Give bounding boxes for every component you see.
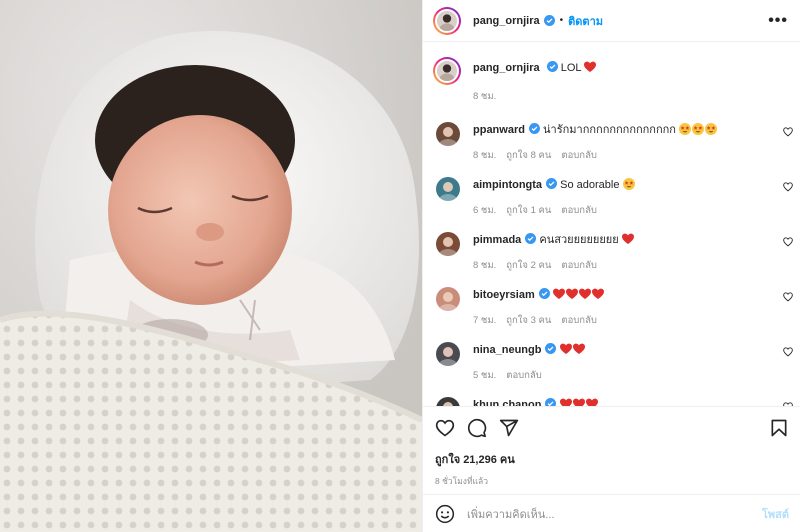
comment-text: คนสวยยยยยยยย bbox=[539, 234, 619, 246]
comment-time: 5 ชม. bbox=[473, 370, 497, 381]
comment-item: aimpintongta So adorable 6 ชม. ถูกใจ 1 คน… bbox=[423, 175, 800, 230]
newborn-baby-photo bbox=[0, 0, 422, 532]
reply-button[interactable]: ตอบกลับ bbox=[561, 315, 597, 326]
smiley-icon[interactable] bbox=[435, 504, 455, 524]
red-heart-icon bbox=[591, 288, 604, 299]
red-heart-icon bbox=[559, 398, 572, 406]
commenter-avatar[interactable] bbox=[436, 122, 460, 146]
red-heart-icon bbox=[578, 288, 591, 299]
post-caption: pang_ornjira LOL 8 ชม. bbox=[423, 43, 800, 104]
caption-text: LOL bbox=[560, 62, 582, 74]
red-heart-icon bbox=[565, 288, 578, 299]
heart-icon[interactable] bbox=[435, 418, 455, 438]
comment-item: nina_neungb 5 ชม. ตอบกลับ bbox=[423, 340, 800, 395]
comment-time: 6 ชม. bbox=[473, 205, 497, 216]
comment-item: ppanward น่ารักมากกกกกกกกกกกกกก 8 ชม. ถูก… bbox=[423, 120, 800, 175]
comment-rows: ppanward น่ารักมากกกกกกกกกกกกกก 8 ชม. ถูก… bbox=[423, 120, 800, 406]
post-comment-button[interactable]: โพสต์ bbox=[762, 505, 789, 523]
comments-list[interactable]: pang_ornjira LOL 8 ชม. ppanward น่ารักมา… bbox=[423, 43, 800, 406]
star-eyes-icon bbox=[679, 123, 692, 135]
caption-username[interactable]: pang_ornjira bbox=[473, 62, 540, 74]
comment-item: pimmada คนสวยยยยยยยย 8 ชม. ถูกใจ 2 คน ตอบก… bbox=[423, 230, 800, 285]
commenter-username[interactable]: aimpintongta bbox=[473, 179, 542, 191]
commenter-avatar[interactable] bbox=[436, 287, 460, 311]
bookmark-icon[interactable] bbox=[769, 418, 789, 438]
posted-time: 8 ชั่วโมงที่แล้ว bbox=[435, 476, 489, 486]
comment-text: น่ารักมากกกกกกกกกกกกกก bbox=[543, 124, 676, 136]
share-icon[interactable] bbox=[499, 418, 519, 438]
comment-item: khun.chanon bbox=[423, 395, 800, 406]
caption-time: 8 ชม. bbox=[473, 91, 497, 102]
red-heart-icon bbox=[559, 343, 572, 354]
comment-item: bitoeyrsiam 7 ชม. ถูกใจ 3 คน ตอบกลับ bbox=[423, 285, 800, 340]
reply-button[interactable]: ตอบกลับ bbox=[506, 370, 542, 381]
reply-button[interactable]: ตอบกลับ bbox=[561, 150, 597, 161]
red-heart-icon bbox=[585, 398, 598, 406]
verified-icon bbox=[543, 15, 555, 26]
reply-button[interactable]: ตอบกลับ bbox=[561, 205, 597, 216]
more-icon[interactable]: ••• bbox=[768, 12, 788, 30]
like-comment-heart-icon[interactable] bbox=[783, 182, 793, 192]
commenter-username[interactable]: nina_neungb bbox=[473, 344, 541, 356]
like-comment-heart-icon[interactable] bbox=[783, 292, 793, 302]
star-eyes-icon bbox=[622, 178, 635, 190]
instagram-post: pang_ornjira • ติดตาม ••• pang_ornjira L… bbox=[0, 0, 800, 532]
post-photo[interactable] bbox=[0, 0, 422, 532]
star-eyes-icon bbox=[692, 123, 705, 135]
likes-count[interactable]: ถูกใจ 21,296 คน bbox=[435, 450, 789, 468]
author-username[interactable]: pang_ornjira bbox=[473, 15, 540, 27]
like-comment-heart-icon[interactable] bbox=[783, 127, 793, 137]
author-avatar[interactable] bbox=[433, 6, 461, 35]
separator-dot: • bbox=[559, 15, 564, 26]
like-comment-heart-icon[interactable] bbox=[783, 347, 793, 357]
red-heart-icon bbox=[584, 61, 597, 72]
red-heart-icon bbox=[621, 233, 634, 244]
verified-icon bbox=[545, 398, 557, 406]
comment-time: 7 ชม. bbox=[473, 315, 497, 326]
reply-button[interactable]: ตอบกลับ bbox=[561, 260, 597, 271]
comment-likes[interactable]: ถูกใจ 8 คน bbox=[506, 150, 551, 161]
red-heart-icon bbox=[552, 288, 565, 299]
verified-icon bbox=[528, 123, 540, 134]
commenter-avatar[interactable] bbox=[436, 177, 460, 201]
like-comment-heart-icon[interactable] bbox=[783, 237, 793, 247]
follow-button[interactable]: ติดตาม bbox=[568, 12, 603, 30]
verified-icon bbox=[538, 288, 550, 299]
post-side-panel: pang_ornjira • ติดตาม ••• pang_ornjira L… bbox=[422, 0, 800, 532]
commenter-avatar[interactable] bbox=[436, 397, 460, 406]
comment-likes[interactable]: ถูกใจ 2 คน bbox=[506, 260, 551, 271]
comment-input[interactable]: เพิ่มความคิดเห็น... bbox=[467, 505, 554, 523]
caption-avatar[interactable] bbox=[433, 57, 461, 85]
commenter-avatar[interactable] bbox=[436, 232, 460, 256]
comment-icon[interactable] bbox=[467, 418, 487, 438]
comment-text: So adorable bbox=[560, 179, 620, 191]
commenter-username[interactable]: bitoeyrsiam bbox=[473, 289, 535, 301]
comment-likes[interactable]: ถูกใจ 1 คน bbox=[506, 205, 551, 216]
verified-icon bbox=[525, 233, 537, 244]
commenter-username[interactable]: ppanward bbox=[473, 124, 525, 136]
post-header: pang_ornjira • ติดตาม ••• bbox=[423, 0, 800, 42]
commenter-username[interactable]: khun.chanon bbox=[473, 399, 541, 406]
commenter-username[interactable]: pimmada bbox=[473, 234, 521, 246]
commenter-avatar[interactable] bbox=[436, 342, 460, 366]
red-heart-icon bbox=[572, 343, 585, 354]
comment-time: 8 ชม. bbox=[473, 260, 497, 271]
verified-icon bbox=[546, 61, 558, 72]
verified-icon bbox=[546, 178, 558, 189]
comment-likes[interactable]: ถูกใจ 3 คน bbox=[506, 315, 551, 326]
star-eyes-icon bbox=[705, 123, 718, 135]
comment-time: 8 ชม. bbox=[473, 150, 497, 161]
red-heart-icon bbox=[572, 398, 585, 406]
verified-icon bbox=[545, 343, 557, 354]
add-comment-bar: เพิ่มความคิดเห็น... โพสต์ bbox=[423, 494, 800, 532]
post-actions: ถูกใจ 21,296 คน 8 ชั่วโมงที่แล้ว bbox=[423, 406, 800, 488]
